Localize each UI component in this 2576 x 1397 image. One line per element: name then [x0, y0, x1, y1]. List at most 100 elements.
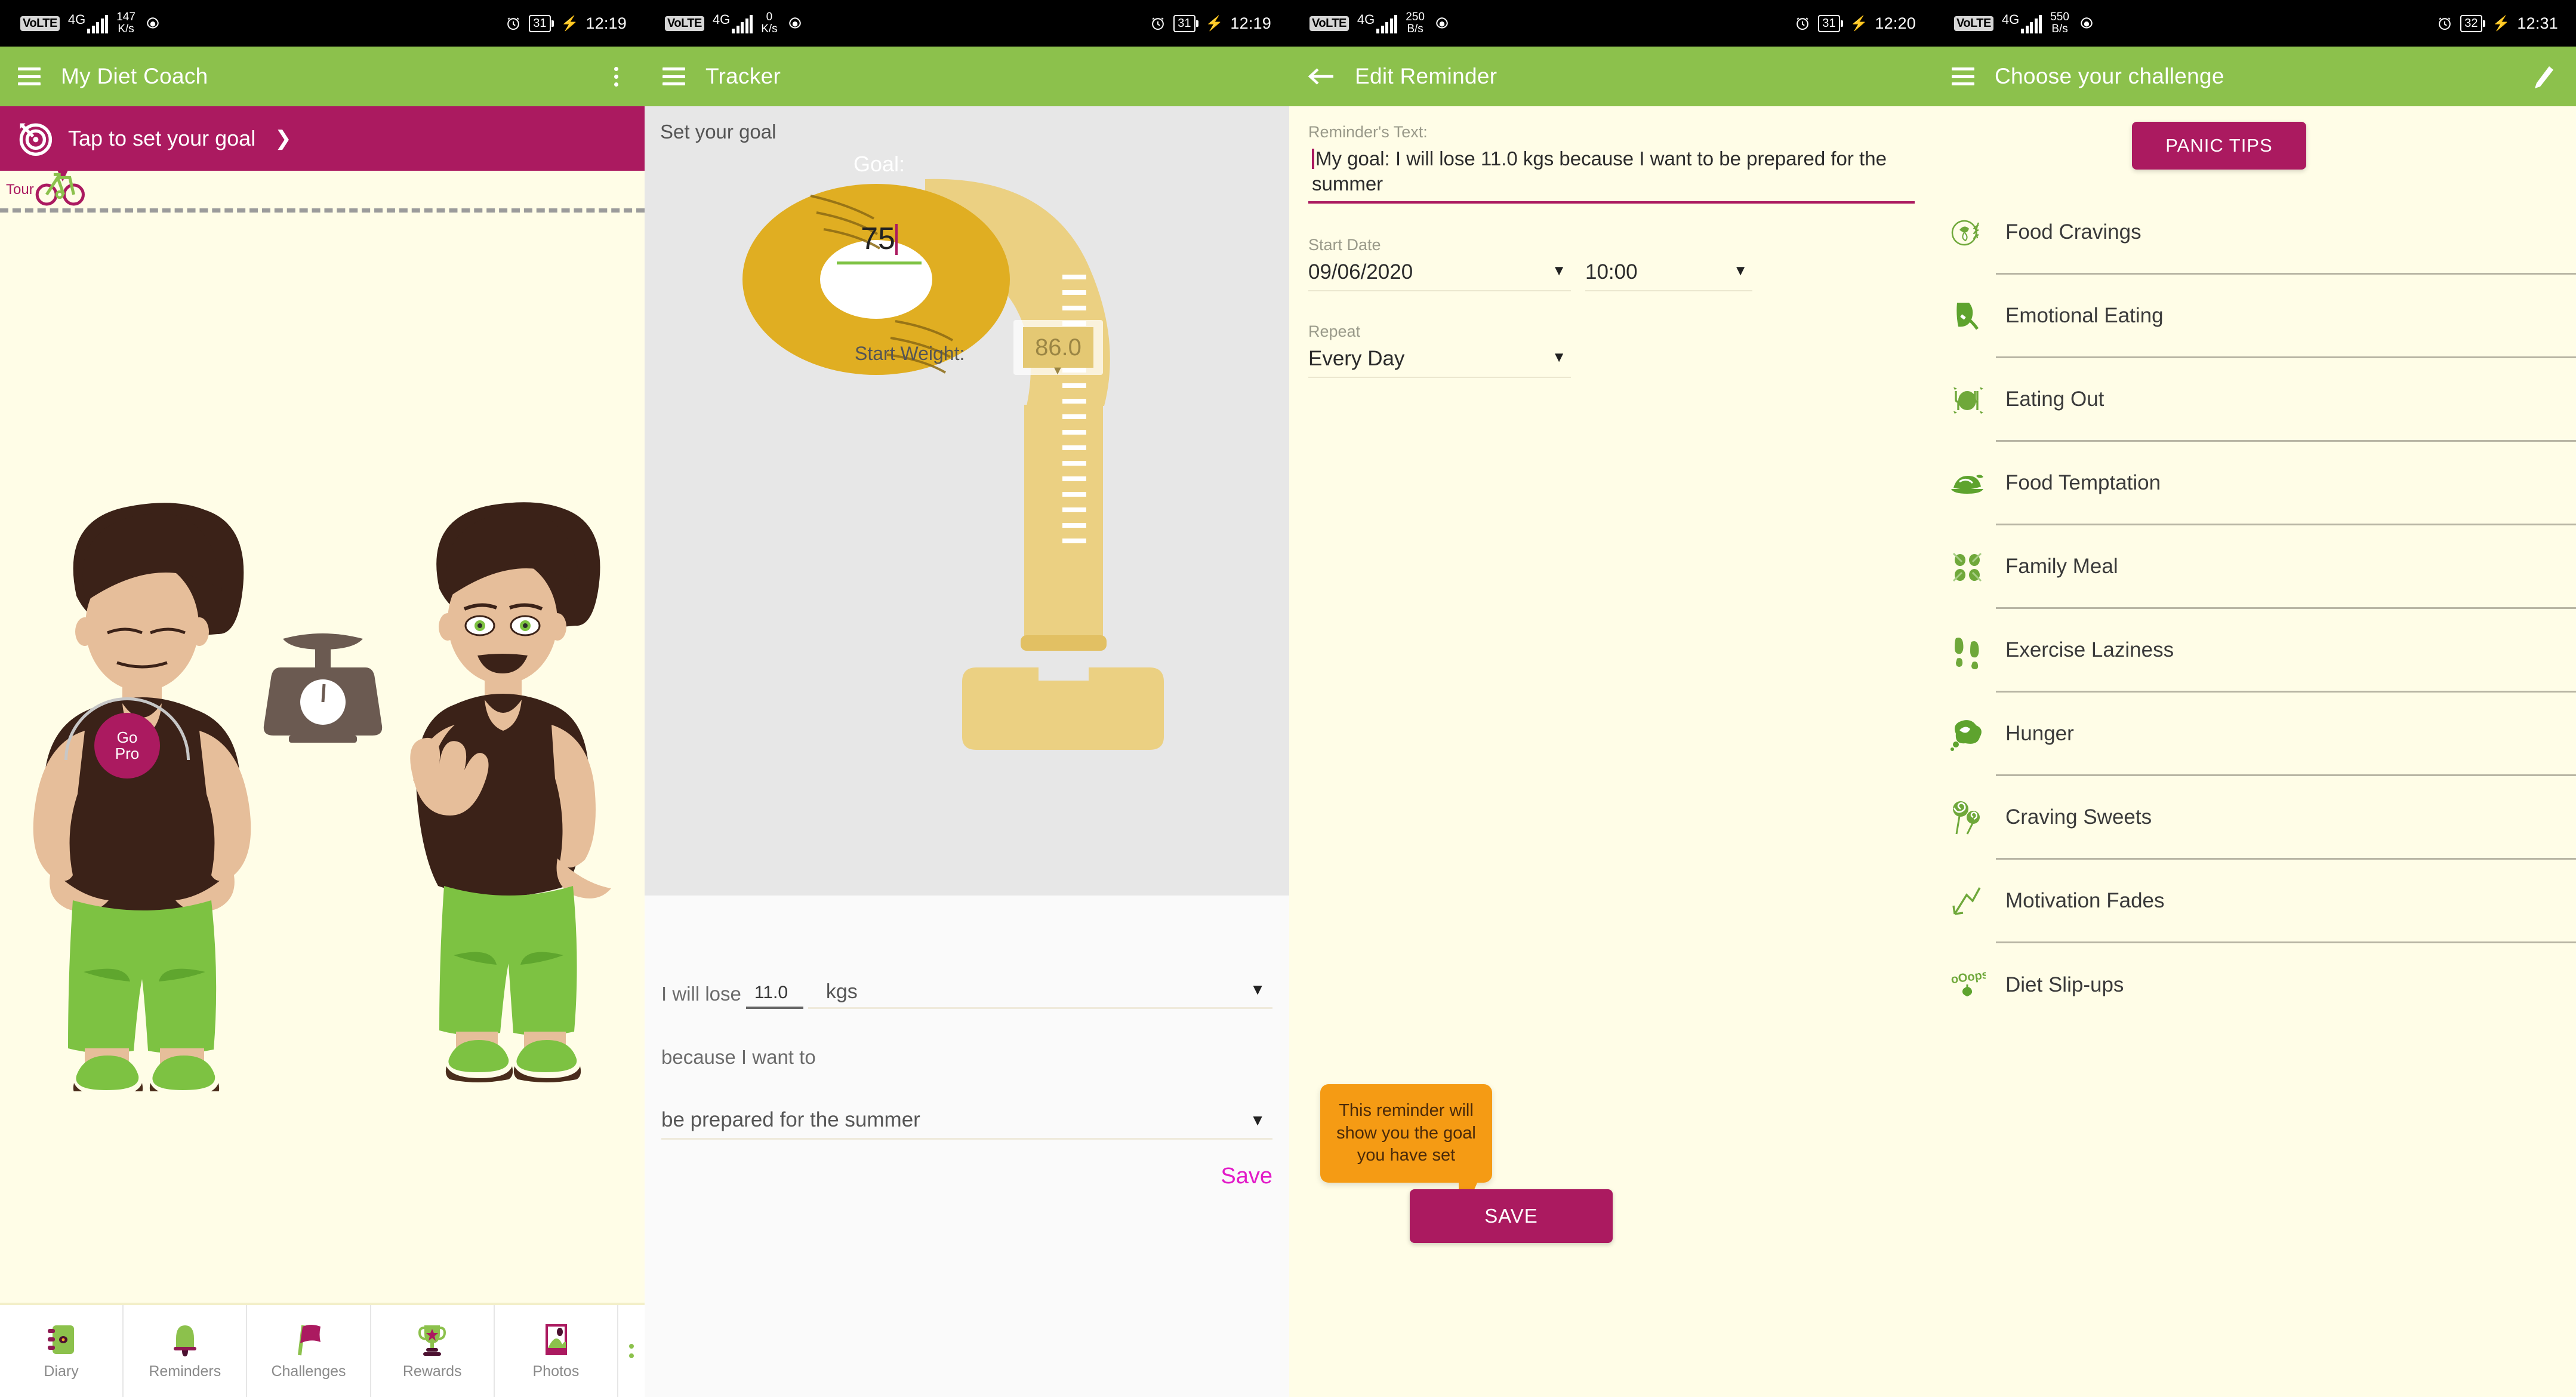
list-item[interactable]: Hunger: [1934, 693, 2576, 776]
chevron-down-icon: ▼: [1552, 263, 1566, 279]
ooops-icon: oOops!: [1939, 967, 1996, 1004]
app-bar-choose-challenge: Choose your challenge: [1934, 47, 2576, 106]
nav-item-rewards[interactable]: Rewards: [371, 1305, 495, 1397]
alarm-icon: [507, 17, 520, 30]
amount-input[interactable]: 11.0: [745, 983, 803, 1009]
network-type-label: 4G: [1357, 12, 1375, 27]
start-date-value: 09/06/2020: [1308, 260, 1413, 284]
goal-dial-area: Set your goal Goal: 75 Start Weight: 86.…: [645, 106, 1289, 1002]
save-button[interactable]: SAVE: [1410, 1189, 1613, 1243]
panic-tips-row: PANIC TIPS: [1934, 106, 2576, 170]
network-speed-value: 250: [1406, 11, 1425, 24]
start-date-select[interactable]: 09/06/2020 ▼: [1308, 260, 1571, 292]
repeat-label: Repeat: [1308, 322, 1361, 341]
kebab-menu-icon[interactable]: [614, 66, 618, 87]
list-item[interactable]: Eating Out: [1934, 358, 2576, 442]
network-speed: 0 K/s: [761, 11, 777, 35]
nav-item-photos[interactable]: Photos: [495, 1305, 619, 1397]
goal-form: I will lose 11.0 kgs ▼ because I want to…: [645, 896, 1289, 1397]
network-speed-unit: B/s: [2051, 23, 2068, 35]
start-weight-value-box[interactable]: 86.0: [1023, 327, 1093, 368]
list-item[interactable]: Emotional Eating: [1934, 275, 2576, 358]
charging-icon: ⚡: [2492, 15, 2510, 32]
nav-item-reminders[interactable]: Reminders: [124, 1305, 248, 1397]
volte-badge: VoLTE: [665, 16, 704, 31]
hamburger-icon[interactable]: [18, 67, 41, 85]
downward-chart-icon: [1939, 883, 1996, 920]
start-date-label: Start Date: [1308, 236, 1381, 254]
charging-icon: ⚡: [1850, 15, 1868, 32]
status-bar-right: 32 ⚡ 12:31: [2436, 14, 2558, 33]
text-caret: [1312, 149, 1314, 169]
clock: 12:20: [1875, 14, 1916, 32]
battery-level: 31: [1173, 14, 1198, 32]
hamburger-icon[interactable]: [1952, 67, 1974, 85]
network-type-label: 4G: [712, 12, 731, 27]
list-item[interactable]: oOops! Diet Slip-ups: [1934, 943, 2576, 1027]
reminder-tooltip: This reminder will show you the goal you…: [1320, 1084, 1492, 1204]
page-title: Choose your challenge: [1995, 64, 2224, 88]
list-item-label: Motivation Fades: [1996, 860, 2576, 943]
lollipops-icon: [1939, 799, 1996, 836]
repeat-select[interactable]: Every Day ▼: [1308, 347, 1571, 379]
panel-edit-reminder: VoLTE 4G 250 B/s 31 ⚡ 12:20 Edit Reminde…: [1289, 0, 1934, 1397]
goal-value-field[interactable]: 75: [824, 221, 935, 264]
list-item-label: Diet Slip-ups: [2005, 973, 2124, 996]
unit-select[interactable]: kgs ▼: [808, 980, 1272, 1009]
charging-icon: ⚡: [1205, 15, 1224, 32]
list-item-label: Craving Sweets: [1996, 776, 2576, 860]
avatar-after: [410, 502, 611, 1082]
reminder-text-value: My goal: I will lose 11.0 kgs because I …: [1312, 147, 1887, 195]
thought-bubble-chicken-icon: [1939, 716, 1996, 753]
goal-field-underline: [837, 261, 922, 264]
page-title: Edit Reminder: [1355, 64, 1497, 88]
nav-overflow-indicator[interactable]: [618, 1305, 645, 1397]
weight-scale-icon: [263, 633, 383, 743]
panic-tips-button[interactable]: PANIC TIPS: [2132, 122, 2306, 170]
list-item[interactable]: Exercise Laziness: [1934, 609, 2576, 693]
list-item[interactable]: Food Cravings: [1934, 191, 2576, 275]
set-goal-banner[interactable]: Tap to set your goal ❯: [0, 106, 645, 171]
network-speed-value: 147: [116, 11, 135, 24]
battery-level: 32: [2460, 14, 2485, 32]
signal-bars-icon: [732, 15, 753, 33]
save-button[interactable]: Save: [661, 1164, 1272, 1189]
volte-badge: VoLTE: [1309, 16, 1349, 31]
avatar-illustration: Go Pro: [0, 214, 645, 1100]
before-after-avatars: [33, 502, 611, 1100]
eye-comfort-icon: [2081, 17, 2093, 29]
tour-strip[interactable]: Tour: [0, 158, 645, 214]
fork-face-icon: [1939, 298, 1996, 335]
nav-item-diary[interactable]: Diary: [0, 1305, 124, 1397]
go-pro-button[interactable]: Go Pro: [94, 713, 160, 778]
reason-select[interactable]: be prepared for the summer ▼: [661, 1108, 1272, 1140]
start-time-select[interactable]: 10:00 ▼: [1585, 260, 1752, 292]
status-bar-left: VoLTE 4G 0 K/s: [645, 11, 804, 35]
reminder-text-label: Reminder's Text:: [1308, 123, 1428, 141]
start-weight-value: 86.0: [1035, 334, 1081, 361]
status-bar-left: VoLTE 4G 147 K/s: [0, 11, 162, 35]
list-item[interactable]: Craving Sweets: [1934, 776, 2576, 860]
flag-icon: [298, 1325, 321, 1356]
alarm-icon: [2439, 17, 2451, 30]
network-speed-unit: K/s: [761, 23, 778, 35]
reminder-text-input[interactable]: My goal: I will lose 11.0 kgs because I …: [1308, 146, 1915, 204]
alarm-icon: [1152, 17, 1164, 30]
list-item[interactable]: Motivation Fades: [1934, 860, 2576, 943]
app-bar-home: My Diet Coach: [0, 47, 645, 106]
goal-scale-graphic: [742, 179, 1164, 750]
alarm-icon: [1797, 17, 1809, 30]
pencil-icon[interactable]: [2531, 64, 2556, 89]
back-arrow-icon[interactable]: [1307, 66, 1335, 87]
hamburger-icon[interactable]: [663, 67, 685, 85]
list-item[interactable]: Family Meal: [1934, 525, 2576, 609]
nav-label-challenges: Challenges: [271, 1363, 346, 1380]
list-item[interactable]: Food Temptation: [1934, 442, 2576, 525]
bicycle-icon: [35, 173, 85, 206]
status-bar-right: 31 ⚡ 12:20: [1794, 14, 1916, 33]
chevron-right-icon: ❯: [275, 127, 292, 150]
footprints-icon: [1939, 632, 1996, 669]
nav-item-challenges[interactable]: Challenges: [247, 1305, 371, 1397]
list-item-label: Emotional Eating: [1996, 275, 2576, 358]
network-speed-value: 0: [766, 11, 773, 24]
